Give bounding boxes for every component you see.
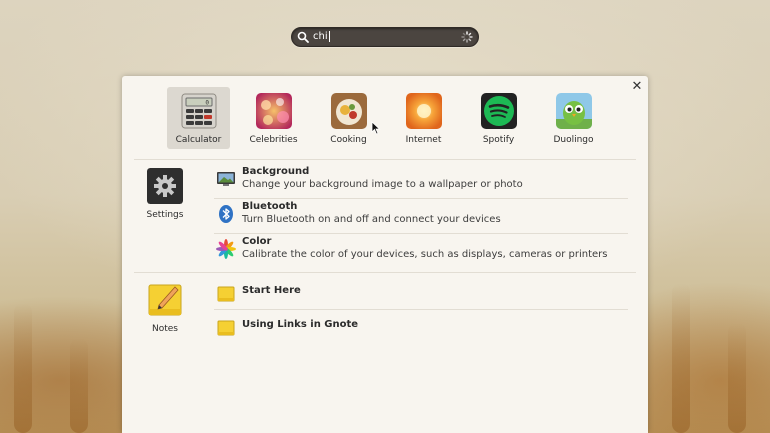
app-label: Cooking [330, 135, 367, 145]
bluetooth-icon [219, 205, 233, 223]
divider [214, 309, 628, 310]
result-color[interactable]: Color Calibrate the color of your device… [214, 234, 628, 268]
loading-spinner-icon [461, 31, 473, 43]
app-label: Duolingo [553, 135, 594, 145]
app-label: Internet [405, 135, 442, 145]
result-description: Calibrate the color of your devices, suc… [242, 249, 608, 260]
background-decoration [14, 303, 32, 433]
search-bar[interactable]: chi [291, 27, 479, 47]
app-internet[interactable]: Internet [392, 87, 455, 149]
background-decoration [672, 283, 690, 433]
search-results-panel: ✕ 0 Calculator Celebrities Cooking Inter… [122, 76, 648, 433]
result-title: Start Here [242, 285, 301, 296]
result-description: Turn Bluetooth on and off and connect yo… [242, 214, 501, 225]
background-decoration [728, 323, 746, 433]
spotify-icon [481, 93, 517, 129]
result-title: Color [242, 236, 272, 247]
search-input[interactable]: chi [313, 27, 461, 47]
result-description: Change your background image to a wallpa… [242, 179, 523, 190]
monitor-icon [217, 172, 235, 186]
result-start-here[interactable]: Start Here [214, 279, 628, 313]
svg-text:0: 0 [205, 100, 209, 107]
color-wheel-icon [216, 239, 236, 259]
note-icon [217, 286, 235, 302]
duolingo-icon [556, 93, 592, 129]
result-bluetooth[interactable]: Bluetooth Turn Bluetooth on and off and … [214, 199, 628, 233]
result-title: Bluetooth [242, 201, 298, 212]
app-results: 0 Calculator Celebrities Cooking Interne… [122, 76, 648, 160]
celebrities-icon [256, 93, 292, 129]
settings-label: Settings [146, 210, 184, 220]
app-duolingo[interactable]: Duolingo [542, 87, 605, 149]
cooking-icon [331, 93, 367, 129]
result-using-links-in-gnote[interactable]: Using Links in Gnote [214, 313, 628, 347]
divider [134, 159, 636, 160]
search-icon [297, 31, 309, 43]
result-title: Using Links in Gnote [242, 319, 359, 330]
notes-icon[interactable] [147, 281, 183, 317]
notes-label: Notes [152, 324, 178, 334]
app-label: Calculator [175, 135, 222, 145]
note-icon [217, 320, 235, 336]
calculator-icon: 0 [181, 93, 217, 129]
app-calculator[interactable]: 0 Calculator [167, 87, 230, 149]
app-cooking[interactable]: Cooking [317, 87, 380, 149]
gear-icon[interactable] [147, 168, 183, 204]
app-label: Celebrities [249, 135, 298, 145]
background-decoration [70, 338, 88, 433]
result-background[interactable]: Background Change your background image … [214, 164, 628, 198]
result-title: Background [242, 166, 310, 177]
search-query: chi [313, 31, 328, 42]
divider [134, 272, 636, 273]
mouse-pointer-icon [371, 121, 381, 135]
app-celebrities[interactable]: Celebrities [242, 87, 305, 149]
app-label: Spotify [482, 135, 515, 145]
app-spotify[interactable]: Spotify [467, 87, 530, 149]
internet-icon [406, 93, 442, 129]
